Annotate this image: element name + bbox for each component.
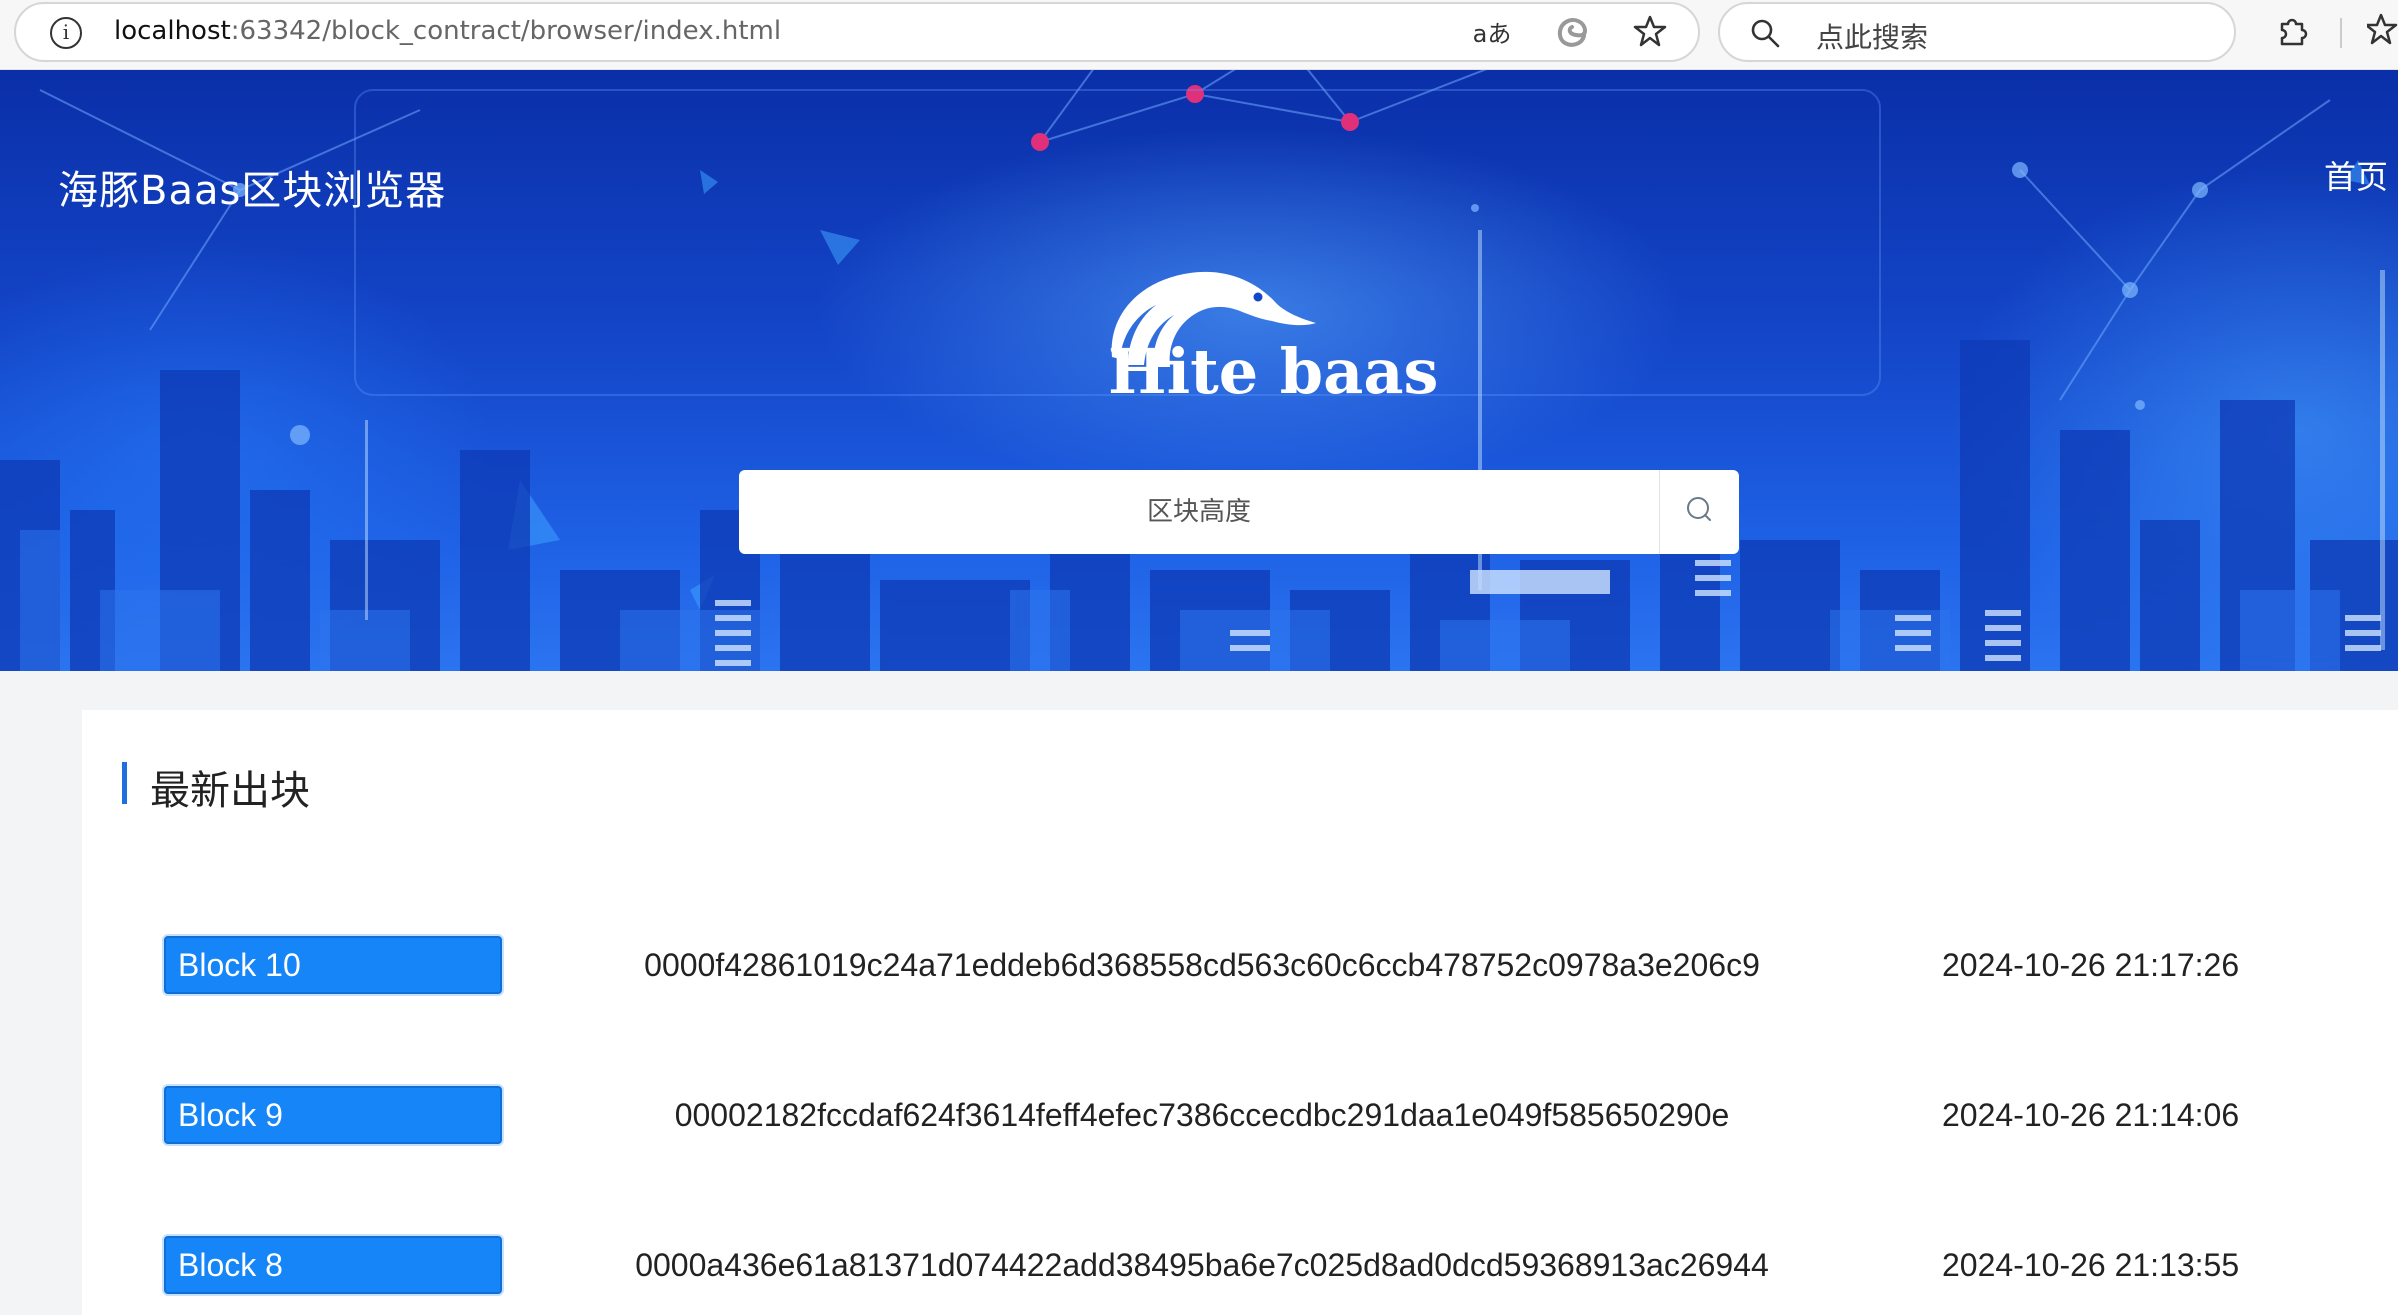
block-row: Block 8 0000a436e61a81371d074422add38495…	[82, 1236, 2398, 1296]
block-row: Block 10 0000f42861019c24a71eddeb6d36855…	[82, 936, 2398, 996]
browser-toolbar: i localhost:63342/block_contract/browser…	[0, 0, 2398, 70]
logo-text: Hite baas	[1108, 335, 1439, 408]
block-link[interactable]: Block 8	[164, 1236, 502, 1294]
latest-blocks-panel: 最新出块 Block 10 0000f42861019c24a71eddeb6d…	[82, 710, 2398, 1315]
block-time: 2024-10-26 21:14:06	[1942, 1097, 2240, 1133]
block-height-input[interactable]	[739, 470, 1659, 554]
favorite-star-icon[interactable]	[1630, 14, 1670, 54]
translate-icon[interactable]: aあ	[1472, 14, 1512, 54]
block-link[interactable]: Block 9	[164, 1086, 502, 1144]
block-link[interactable]: Block 10	[164, 936, 502, 994]
browser-search-placeholder: 点此搜索	[1816, 21, 1929, 54]
nav-home-link[interactable]: 首页	[2324, 152, 2388, 198]
url-text[interactable]: localhost:63342/block_contract/browser/i…	[114, 16, 781, 46]
info-icon[interactable]: i	[50, 17, 82, 49]
address-bar[interactable]: i localhost:63342/block_contract/browser…	[14, 2, 1700, 62]
edge-icon[interactable]	[1552, 14, 1592, 54]
block-time: 2024-10-26 21:17:26	[1942, 947, 2240, 983]
favorites-icon[interactable]	[2364, 12, 2398, 52]
block-hash: 00002182fccdaf624f3614feff4efec7386ccecd…	[674, 1097, 1730, 1133]
extensions-icon[interactable]	[2272, 12, 2312, 52]
search-icon	[1751, 19, 1780, 48]
block-time: 2024-10-26 21:13:55	[1942, 1247, 2240, 1283]
url-path: :63342/block_contract/browser/index.html	[230, 16, 782, 46]
block-search-box	[739, 470, 1739, 554]
section-title: 最新出块	[150, 768, 310, 814]
browser-search-box[interactable]: 点此搜索	[1718, 2, 2236, 62]
block-hash: 0000a436e61a81371d074422add38495ba6e7c02…	[635, 1247, 1769, 1283]
search-icon	[1687, 497, 1711, 521]
block-row: Block 9 00002182fccdaf624f3614feff4efec7…	[82, 1086, 2398, 1146]
block-hash: 0000f42861019c24a71eddeb6d368558cd563c60…	[644, 947, 1760, 983]
section-accent-bar	[122, 762, 127, 804]
search-button[interactable]	[1660, 470, 1739, 554]
hero-banner: 海豚Baas区块浏览器 首页 Hite baas	[0, 70, 2398, 671]
url-host: localhost	[114, 16, 231, 46]
toolbar-divider	[2340, 18, 2342, 48]
site-title[interactable]: 海豚Baas区块浏览器	[58, 158, 446, 216]
